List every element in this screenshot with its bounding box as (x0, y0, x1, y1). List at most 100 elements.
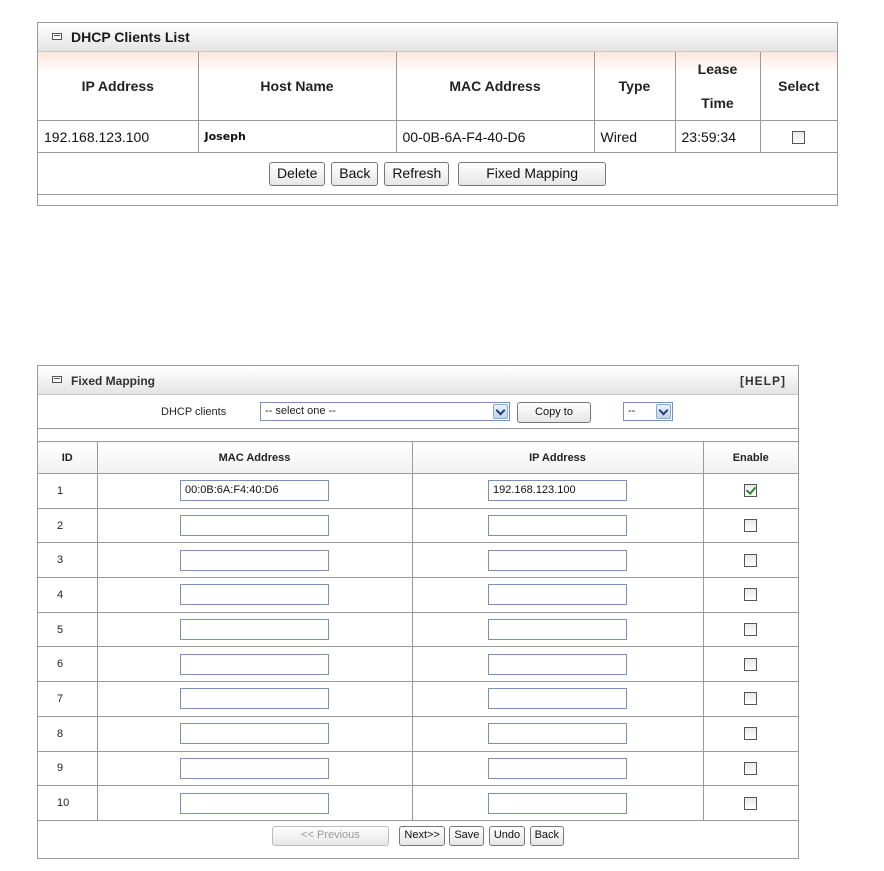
ip-cell (411, 577, 704, 613)
ip-cell (411, 681, 704, 717)
enable-checkbox[interactable] (744, 727, 758, 741)
ip-cell: 192.168.123.100 (411, 473, 704, 509)
next-button[interactable]: Next>> (399, 826, 445, 846)
mac-cell (96, 750, 413, 787)
row-id: 7 (38, 681, 98, 717)
enable-checkbox[interactable] (744, 588, 758, 602)
clients-table: IP Address Host Name MAC Address Type Le… (38, 52, 837, 195)
ip-address-input[interactable] (488, 792, 627, 814)
help-link[interactable]: [HELP] (740, 374, 786, 388)
client-select-cell (759, 120, 837, 153)
row-id: 6 (38, 646, 98, 683)
table-row: 3 (38, 542, 798, 579)
ip-address-input[interactable] (488, 515, 627, 537)
mac-address-input[interactable] (180, 515, 329, 537)
enable-cell (702, 750, 798, 787)
ip-address-input[interactable] (488, 723, 627, 745)
copy-target-select-value: -- (628, 405, 636, 417)
client-select-checkbox[interactable] (792, 131, 806, 145)
mapping-header-row: ID MAC Address IP Address Enable (38, 441, 798, 474)
row-id: 2 (38, 507, 98, 544)
mac-cell (96, 646, 413, 683)
mac-cell (96, 507, 413, 544)
table-row: 2 (38, 507, 798, 544)
enable-cell (702, 611, 798, 648)
enable-cell (702, 577, 798, 613)
mac-address-input[interactable] (180, 723, 329, 745)
enable-checkbox[interactable] (744, 692, 758, 706)
dhcp-clients-label: DHCP clients (161, 406, 227, 418)
mac-address-input[interactable] (180, 584, 329, 606)
ip-cell (411, 611, 704, 648)
refresh-button[interactable]: Refresh (384, 161, 450, 186)
previous-button[interactable]: << Previous (271, 826, 389, 846)
ip-address-input[interactable] (488, 688, 627, 710)
col-ip-address: IP Address (38, 52, 199, 121)
enable-checkbox[interactable] (744, 623, 758, 637)
dhcp-clients-select[interactable]: -- select one -- (260, 402, 510, 421)
enable-cell (702, 715, 798, 752)
table-row: 5 (38, 611, 798, 648)
enable-checkbox[interactable] (744, 796, 758, 810)
ip-address-input[interactable] (488, 549, 627, 571)
col-host-name: Host Name (197, 52, 397, 121)
client-lease: 23:59:34 (674, 120, 761, 153)
back-button[interactable]: Back (529, 826, 565, 846)
table-row: 192.168.123.100 Joseph 00-0B-6A-F4-40-D6… (38, 120, 837, 153)
ip-address-input[interactable] (488, 619, 627, 641)
enable-checkbox[interactable] (744, 519, 758, 533)
table-row: 7 (38, 681, 798, 717)
enable-checkbox[interactable] (744, 761, 758, 775)
clients-panel-title: DHCP Clients List (71, 29, 190, 45)
undo-button[interactable]: Undo (488, 826, 526, 846)
ip-cell (411, 715, 704, 752)
table-row: 9 (38, 750, 798, 787)
mac-cell (96, 681, 413, 717)
copy-target-select[interactable]: -- (623, 402, 673, 421)
enable-checkbox[interactable] (744, 553, 758, 567)
col-lease-time: Lease Time (674, 52, 761, 121)
mac-cell (96, 611, 413, 648)
mapping-table: ID MAC Address IP Address Enable 1 00:0B:… (38, 441, 798, 821)
dhcp-clients-panel: DHCP Clients List IP Address Host Name M… (37, 22, 838, 206)
col-mac-address: MAC Address (395, 52, 595, 121)
client-ip: 192.168.123.100 (38, 120, 199, 153)
window-icon (52, 33, 62, 40)
mac-address-input[interactable]: 00:0B:6A:F4:40:D6 (180, 480, 329, 502)
col-id: ID (38, 441, 98, 474)
delete-button[interactable]: Delete (268, 161, 326, 186)
ip-address-input[interactable]: 192.168.123.100 (488, 480, 627, 502)
back-button[interactable]: Back (331, 161, 379, 186)
col-ip-address: IP Address (411, 441, 704, 474)
window-icon (52, 376, 62, 383)
clients-button-row: Delete Back Refresh Fixed Mapping (38, 152, 837, 195)
mac-cell (96, 715, 413, 752)
mac-address-input[interactable] (180, 619, 329, 641)
enable-cell (702, 542, 798, 579)
save-button[interactable]: Save (449, 826, 485, 846)
table-row: 1 00:0B:6A:F4:40:D6 192.168.123.100 (38, 473, 798, 509)
ip-cell (411, 507, 704, 544)
enable-checkbox[interactable] (744, 657, 758, 671)
enable-cell (702, 646, 798, 683)
fixed-mapping-panel: Fixed Mapping [HELP] DHCP clients -- sel… (37, 365, 799, 859)
fixed-mapping-button[interactable]: Fixed Mapping (458, 161, 607, 186)
clients-panel-header: DHCP Clients List (38, 23, 837, 52)
mac-address-input[interactable] (180, 757, 329, 779)
copy-to-button[interactable]: Copy to (517, 402, 591, 423)
mac-address-input[interactable] (180, 549, 329, 571)
mac-cell: 00:0B:6A:F4:40:D6 (96, 473, 413, 509)
table-row: 4 (38, 577, 798, 613)
col-lease-line1: Lease (697, 61, 738, 77)
ip-address-input[interactable] (488, 757, 627, 779)
enable-checkbox[interactable] (744, 484, 758, 498)
mac-address-input[interactable] (180, 792, 329, 814)
row-id: 1 (38, 473, 98, 509)
enable-cell (702, 507, 798, 544)
mac-address-input[interactable] (180, 688, 329, 710)
ip-address-input[interactable] (488, 653, 627, 675)
dhcp-clients-row: DHCP clients -- select one -- Copy to -- (38, 395, 798, 429)
ip-address-input[interactable] (488, 584, 627, 606)
row-id: 5 (38, 611, 98, 648)
mac-address-input[interactable] (180, 653, 329, 675)
